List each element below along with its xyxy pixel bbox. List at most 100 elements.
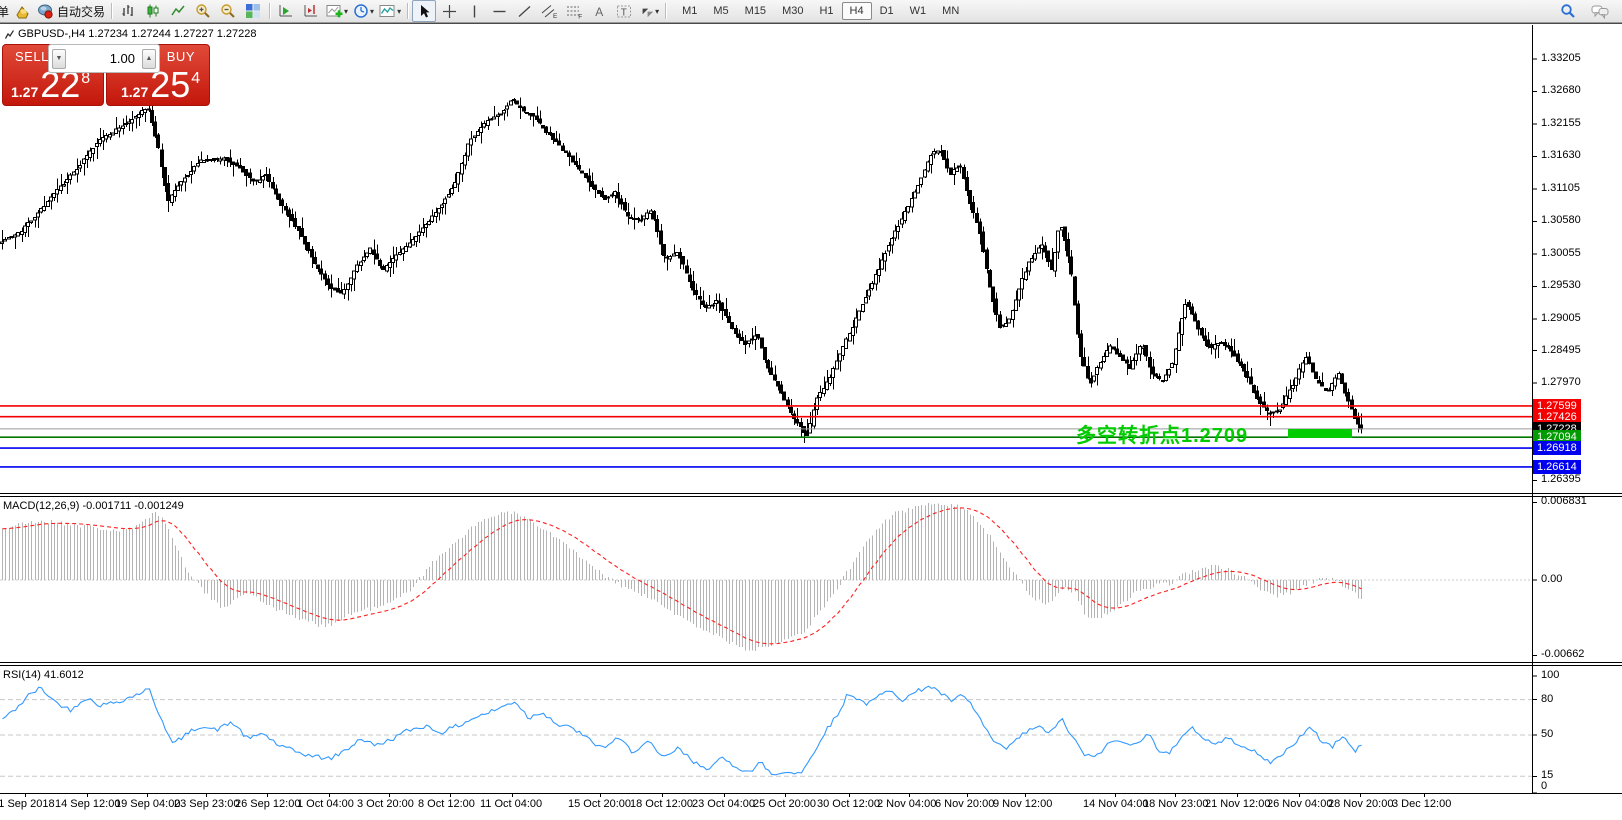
svg-text:F: F [578, 13, 582, 19]
time-axis-label: 8 Oct 12:00 [418, 798, 475, 810]
rsi-tick-label: 100 [1541, 669, 1559, 681]
timeframe-H4[interactable]: H4 [842, 2, 872, 20]
price-tick-label: 1.30580 [1541, 214, 1581, 226]
separator [407, 3, 408, 19]
timeframe-MN[interactable]: MN [934, 2, 967, 20]
sell-label: SELL [15, 49, 49, 64]
zoom-in-icon[interactable] [191, 0, 215, 22]
time-axis-label: 23 Oct 04:00 [692, 798, 755, 810]
price-tag: 1.26614 [1533, 460, 1581, 474]
chevron-down-icon: ▾ [655, 7, 659, 16]
time-axis-label: 23 Sep 23:00 [174, 798, 239, 810]
time-axis-label: 1 Oct 04:00 [297, 798, 354, 810]
timeframe-W1[interactable]: W1 [902, 2, 935, 20]
svg-text:A: A [595, 5, 603, 19]
arrows-tool[interactable]: ▾ [637, 0, 661, 22]
main-chart-panel[interactable] [0, 25, 1532, 493]
time-axis-label: 18 Oct 12:00 [630, 798, 693, 810]
equidistant-channel-tool[interactable]: E [537, 0, 561, 22]
text-tool[interactable]: A [587, 0, 611, 22]
auto-scroll-icon[interactable] [274, 0, 298, 22]
bar-chart-icon[interactable] [116, 0, 140, 22]
autotrading-button[interactable]: 自动交易 [35, 0, 107, 22]
price-tick-label: 1.27970 [1541, 376, 1581, 388]
time-axis-label: 15 Oct 20:00 [568, 798, 631, 810]
timeframe-M15[interactable]: M15 [737, 2, 774, 20]
periods-button[interactable]: ▾ [351, 0, 376, 22]
autotrading-icon [37, 4, 54, 19]
price-tick-label: 1.32680 [1541, 84, 1581, 96]
time-axis-label: 2 Nov 04:00 [877, 798, 936, 810]
vertical-line-tool[interactable] [462, 0, 486, 22]
macd-panel[interactable] [0, 497, 1532, 662]
chat-icon[interactable] [1588, 0, 1612, 22]
timeframe-M5[interactable]: M5 [705, 2, 736, 20]
price-tick-label: 1.29005 [1541, 312, 1581, 324]
chart-marker-icon [5, 30, 14, 39]
search-icon[interactable] [1556, 0, 1580, 22]
cursor-tool[interactable] [412, 0, 436, 22]
horizontal-line-tool[interactable] [487, 0, 511, 22]
chevron-down-icon: ▾ [397, 7, 401, 16]
window-border [0, 23, 1622, 24]
fibonacci-tool[interactable]: F [562, 0, 586, 22]
price-tick-label: 1.26395 [1541, 473, 1581, 485]
rsi-tick-label: 50 [1541, 728, 1553, 740]
volume-increase-button[interactable]: ▲ [142, 49, 156, 69]
time-axis-label: 21 Nov 12:00 [1205, 798, 1270, 810]
timeframe-D1[interactable]: D1 [872, 2, 902, 20]
time-axis-label: 19 Sep 04:00 [115, 798, 180, 810]
terminal-icon[interactable] [10, 0, 34, 22]
time-axis-label: 6 Nov 20:00 [935, 798, 994, 810]
volume-decrease-button[interactable]: ▼ [52, 49, 66, 69]
timeframe-H1[interactable]: H1 [811, 2, 841, 20]
time-axis-label: 26 Sep 12:00 [235, 798, 300, 810]
svg-text:T: T [621, 7, 627, 18]
price-tick-label: 1.31105 [1541, 182, 1580, 194]
new-order-button[interactable]: 单 [0, 3, 9, 20]
macd-tick-label: -0.00662 [1541, 648, 1584, 660]
time-axis-label: 3 Dec 12:00 [1392, 798, 1451, 810]
crosshair-tool[interactable] [437, 0, 461, 22]
mt4-window: 单 自动交易 [0, 0, 1622, 820]
rsi-indicator-label: RSI(14) 41.6012 [3, 669, 84, 681]
symbol-header: GBPUSD-,H4 1.27234 1.27244 1.27227 1.272… [5, 28, 257, 40]
price-tag: 1.26918 [1533, 441, 1581, 455]
macd-tick-label: 0.00 [1541, 573, 1562, 585]
indicators-button[interactable]: ▾ [324, 0, 350, 22]
time-axis-label: 30 Oct 12:00 [817, 798, 880, 810]
chart-shift-icon[interactable] [299, 0, 323, 22]
price-tick-label: 1.30055 [1541, 247, 1581, 259]
time-axis-label: 26 Nov 04:00 [1267, 798, 1332, 810]
chevron-down-icon: ▾ [344, 7, 348, 16]
separator [665, 3, 666, 19]
time-axis-label: 25 Oct 20:00 [753, 798, 816, 810]
toolbar: 单 自动交易 [0, 0, 1622, 23]
rsi-panel[interactable] [0, 666, 1532, 793]
timeframe-M30[interactable]: M30 [774, 2, 811, 20]
line-chart-icon[interactable] [166, 0, 190, 22]
time-axis-label: 14 Sep 12:00 [55, 798, 120, 810]
text-label-tool[interactable]: T [612, 0, 636, 22]
time-axis-label: 9 Nov 12:00 [993, 798, 1052, 810]
trendline-tool[interactable] [512, 0, 536, 22]
price-tick-label: 1.32155 [1541, 117, 1581, 129]
zoom-out-icon[interactable] [216, 0, 240, 22]
price-tick-label: 1.33205 [1541, 52, 1581, 64]
tile-windows-icon[interactable] [241, 0, 265, 22]
pivot-annotation: 多空转折点1.2709 [1076, 419, 1248, 448]
volume-input[interactable] [69, 50, 139, 67]
macd-tick-label: 0.006831 [1541, 495, 1587, 507]
chevron-down-icon: ▾ [370, 7, 374, 16]
time-axis-label: 11 Oct 04:00 [480, 798, 542, 810]
time-axis-label: 14 Nov 04:00 [1083, 798, 1148, 810]
price-tick-label: 1.28495 [1541, 344, 1581, 356]
price-tick-label: 1.29530 [1541, 279, 1581, 291]
timeframe-bar: M1M5M15M30H1H4D1W1MN [674, 2, 967, 20]
symbol-ohlc-text: GBPUSD-,H4 1.27234 1.27244 1.27227 1.272… [18, 28, 257, 40]
timeframe-M1[interactable]: M1 [674, 2, 705, 20]
time-axis-label: 11 Sep 2018 [0, 798, 55, 810]
candlestick-chart-icon[interactable] [141, 0, 165, 22]
rsi-tick-label: 80 [1541, 693, 1553, 705]
templates-button[interactable]: ▾ [377, 0, 403, 22]
